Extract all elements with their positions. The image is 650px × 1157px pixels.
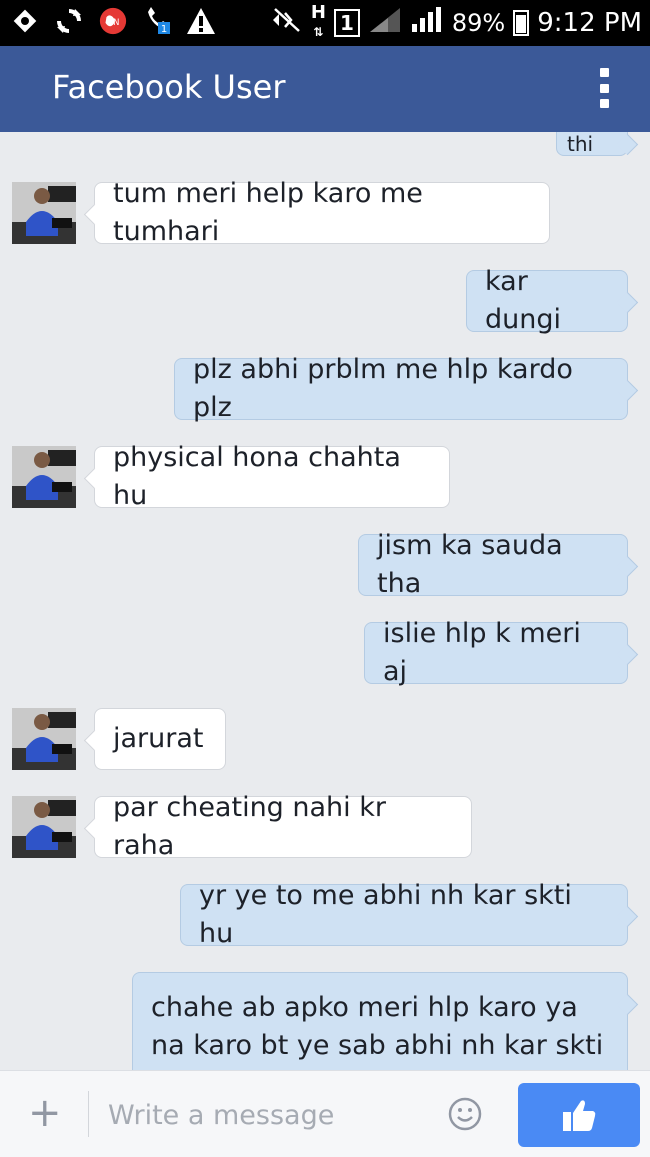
avatar[interactable]: [12, 446, 76, 508]
conversation-title: Facebook User: [52, 68, 286, 106]
svg-text:ON: ON: [107, 17, 120, 27]
call-recording-icon: ON: [98, 6, 128, 36]
sync-icon: [54, 6, 84, 36]
message-bubble-outgoing[interactable]: kar dungi: [466, 266, 628, 335]
message-bubble-outgoing[interactable]: islie hlp k meri aj: [364, 618, 628, 687]
avatar[interactable]: [12, 708, 76, 770]
message-bubble-outgoing[interactable]: yr ye to me abhi nh kar skti hu: [180, 880, 628, 949]
overflow-menu-icon[interactable]: [598, 68, 610, 108]
message-bubble-outgoing[interactable]: chahe ab apko meri hlp karo ya na karo b…: [132, 972, 628, 1070]
like-send-button[interactable]: [518, 1083, 640, 1147]
signal-icon: [368, 6, 402, 40]
call-forward-icon: 1: [142, 6, 172, 36]
warning-icon: [186, 6, 216, 36]
status-bar: ON 1 H ⇅ 1 89% 9:12 PM: [0, 0, 650, 46]
network-h-icon: H ⇅: [310, 2, 326, 40]
signal-icon-2: [410, 6, 444, 40]
message-list[interactable]: thi tum meri help karo me tumhari kar du…: [0, 132, 650, 1070]
message-bubble-outgoing[interactable]: thi: [556, 132, 628, 156]
thumbs-up-icon: [563, 1100, 596, 1131]
message-composer: +: [0, 1070, 650, 1157]
location-icon: [10, 6, 40, 36]
avatar[interactable]: [12, 182, 76, 244]
battery-icon: [513, 9, 530, 36]
sim-icon: 1: [333, 8, 360, 37]
app-header: Facebook User: [0, 46, 650, 132]
plus-icon[interactable]: +: [28, 1093, 62, 1133]
message-bubble-incoming[interactable]: jarurat: [94, 708, 226, 770]
message-bubble-outgoing[interactable]: jism ka sauda tha: [358, 530, 628, 599]
message-bubble-incoming[interactable]: par cheating nahi kr raha: [94, 792, 472, 861]
battery-percent: 89%: [451, 8, 506, 37]
message-input[interactable]: [106, 1089, 430, 1141]
message-bubble-incoming[interactable]: physical hona chahta hu: [94, 442, 450, 511]
svg-text:1: 1: [161, 24, 167, 35]
divider: [88, 1091, 89, 1137]
smiley-icon[interactable]: [448, 1097, 482, 1131]
avatar[interactable]: [12, 796, 76, 858]
message-bubble-outgoing[interactable]: plz abhi prblm me hlp kardo plz: [174, 354, 628, 423]
status-icons-left: ON 1: [10, 6, 216, 36]
status-icons-right: H ⇅ 1 89% 9:12 PM: [271, 4, 642, 41]
message-bubble-incoming[interactable]: tum meri help karo me tumhari: [94, 178, 550, 247]
clock: 9:12 PM: [537, 7, 642, 38]
mute-icon: [271, 7, 303, 39]
